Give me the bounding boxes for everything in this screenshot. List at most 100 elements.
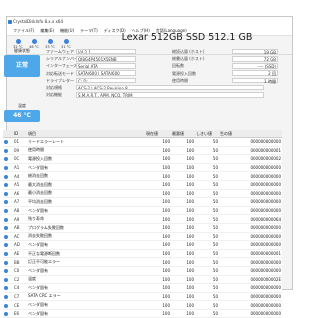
menu-function[interactable]: 機能(U) [60,27,74,35]
attr-raw: 000000000000 [219,180,282,190]
table-row[interactable]: A7 平均消去回数 100 100 50 000000000000 [3,197,282,207]
attr-raw: 000000000064 [219,214,282,224]
attr-id: A9 [13,214,27,224]
attr-threshold: 50 [195,163,219,173]
attr-raw: 000000000000 [219,266,282,276]
table-row[interactable]: C0 ベンダ固有 100 100 50 000000000000 [3,266,282,276]
status-dot-icon [4,148,8,153]
status-dot-icon [4,157,8,162]
attr-name: 訂正不可能エラー [27,257,145,267]
attr-name: 最小消去回数 [27,189,145,199]
attr-worst: 100 [171,275,195,285]
attr-worst: 100 [171,171,195,181]
status-dot-icon [15,39,21,44]
status-dot-icon [4,303,8,308]
status-dot-icon [4,286,8,291]
name-column-header[interactable]: 項目 [27,130,145,138]
attr-raw: 000000000000 [219,223,282,233]
table-row[interactable]: 0C 電源投入回数 100 100 50 000000000002 [3,154,282,164]
table-row[interactable]: A5 最大消去回数 100 100 50 000000000000 [3,180,282,190]
firmware-value: V4.2.1 [76,48,136,55]
transfer-label: 対応転送モード [46,70,74,76]
table-row[interactable]: AB プログラム失敗回数 100 100 50 000000000000 [3,223,282,233]
attr-threshold: 50 [195,154,219,164]
attr-raw: 000000000000 [219,292,282,302]
attr-worst: 100 [171,292,195,302]
attr-name: 最大消去回数 [27,180,145,190]
smart-attributes-table: ID 項目 現在値 最悪値 しきい値 生の値 01 リードエラーレート 100 100… [3,130,282,318]
table-row[interactable]: AD ベンダ固有 100 100 50 000000000000 [3,240,282,250]
attr-current: 100 [145,223,171,233]
attr-raw: 000000000000 [219,189,282,199]
table-row[interactable]: CE ベンダ固有 100 100 50 000000000000 [3,300,282,310]
attr-status [3,189,13,199]
attr-worst: 100 [171,240,195,250]
attr-name: ベンダ固有 [27,240,145,250]
attr-name: ベンダ固有 [27,266,145,276]
id-column-header[interactable]: ID [13,130,27,138]
attr-current: 100 [145,146,171,156]
app-icon [8,20,12,24]
table-row[interactable]: 09 使用時間 100 100 50 000000000001 [3,146,282,156]
table-row[interactable]: C4 ベンダ固有 100 100 50 000000000000 [3,283,282,293]
attr-worst: 100 [171,257,195,267]
table-row[interactable]: A6 最小消去回数 100 100 50 000000000000 [3,189,282,199]
table-row[interactable]: C7 SATA CRC エラー 100 100 50 000000000000 [3,292,282,302]
table-row[interactable]: AE 不正な電源断回数 100 100 50 000000000001 [3,249,282,259]
worst-column-header[interactable]: 最悪値 [171,130,195,138]
attr-threshold: 50 [195,309,219,318]
attr-threshold: 50 [195,300,219,310]
status-dot-icon [4,200,8,205]
attr-id: 09 [13,146,27,156]
table-row[interactable]: A9 残り寿命 100 100 50 000000000064 [3,214,282,224]
attr-name: 温度 [27,275,145,285]
attr-worst: 100 [171,232,195,242]
status-dot-icon [4,269,8,274]
attr-current: 100 [145,137,171,147]
table-row[interactable]: AC 消去失敗回数 100 100 50 000000000000 [3,232,282,242]
attr-threshold: 50 [195,189,219,199]
attr-id: A1 [13,163,27,173]
attr-name: リードエラーレート [27,137,145,147]
table-row[interactable]: A8 ベンダ固有 100 100 50 000000000000 [3,206,282,216]
attr-current: 100 [145,171,171,181]
drive-letter-label: ドライブレター [46,77,74,83]
current-column-header[interactable]: 現在値 [145,130,171,138]
health-status-badge[interactable]: 正常 [4,55,40,77]
attr-threshold: 50 [195,180,219,190]
writes-value: 72 GB [232,55,278,62]
attr-threshold: 50 [195,283,219,293]
attr-raw: 000000000000 [219,232,282,242]
table-row[interactable]: A4 総消去回数 100 100 50 000000000000 [3,171,282,181]
table-row[interactable]: BB 訂正不可能エラー 100 100 50 000000000000 [3,257,282,267]
rpm-label: 回転数 [172,63,184,69]
table-row[interactable]: E6 ベンダ固有 100 100 50 000000000000 [3,309,282,318]
attr-current: 100 [145,309,171,318]
threshold-column-header[interactable]: しきい値 [195,130,219,138]
attr-current: 100 [145,180,171,190]
firmware-label: ファームウェア [46,49,74,54]
attr-id: A5 [13,180,27,190]
attr-raw: 000000000000 [219,163,282,173]
attr-worst: 100 [171,249,195,259]
raw-column-header[interactable]: 生の値 [219,130,282,138]
attr-raw: 00000000002E [219,275,282,285]
temperature-badge[interactable]: 46 °C [4,110,40,122]
attr-current: 100 [145,154,171,164]
rpm-value: ---- (SSD) [232,63,278,69]
attr-name: ベンダ固有 [27,309,145,318]
attr-current: 100 [145,266,171,276]
attr-status [3,249,13,259]
table-row[interactable]: A1 ベンダ固有 100 100 50 000000000000 [3,163,282,173]
menu-file[interactable]: ファイル(F) [13,27,34,35]
table-row[interactable]: 01 リードエラーレート 100 100 50 000000000000 [3,137,282,147]
attr-id: A6 [13,189,27,199]
status-dot-icon [4,277,8,282]
status-dot-icon [4,209,8,214]
attr-status [3,283,13,293]
table-row[interactable]: C2 温度 100 100 50 00000000002E [3,275,282,285]
attr-status [3,266,13,276]
attr-current: 100 [145,249,171,259]
menu-edit[interactable]: 編集(E) [40,27,54,35]
reads-value: 19 GB [232,48,278,55]
